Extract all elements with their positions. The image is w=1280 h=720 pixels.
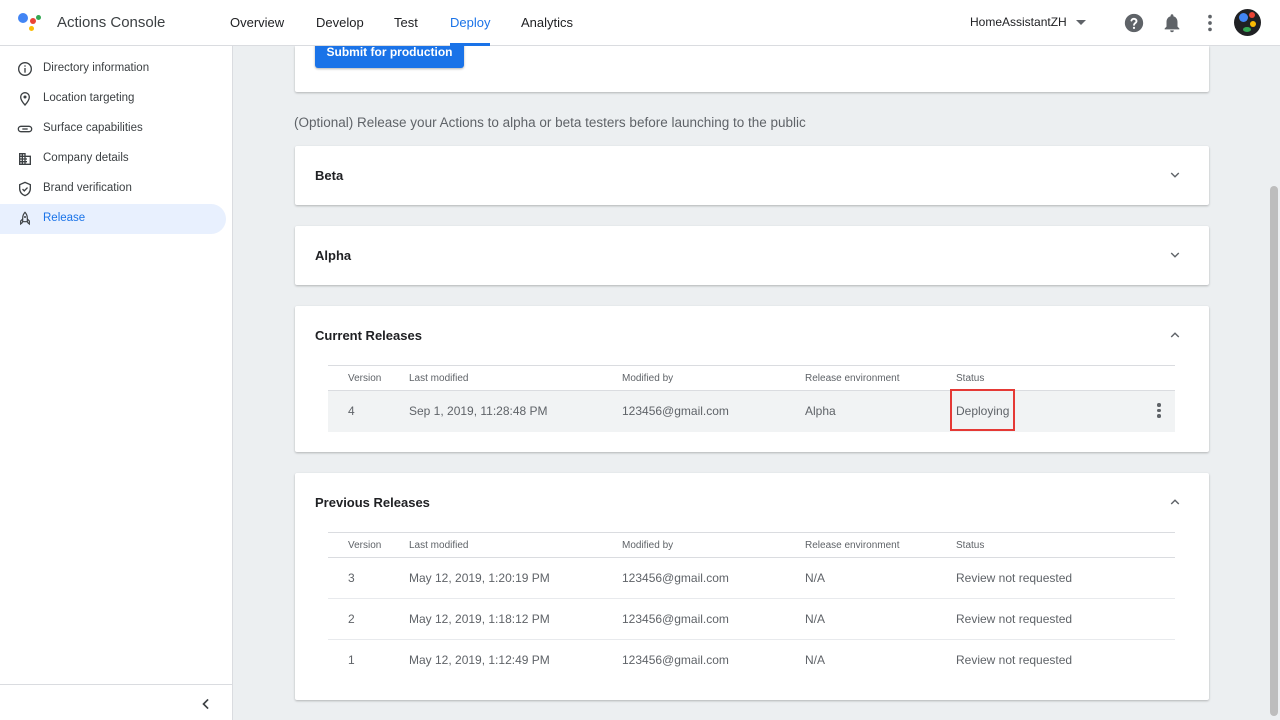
table-row[interactable]: 4 Sep 1, 2019, 11:28:48 PM 123456@gmail.… <box>328 389 1175 432</box>
table-row[interactable]: 3 May 12, 2019, 1:20:19 PM 123456@gmail.… <box>328 558 1175 599</box>
column-version: Version <box>348 540 382 551</box>
rocket-icon <box>20 211 30 226</box>
tab-develop[interactable]: Develop <box>316 0 364 46</box>
dropdown-caret-icon <box>1075 20 1086 26</box>
current-releases-card: Current Releases Version Last modified M… <box>295 306 1209 452</box>
previous-releases-title: Previous Releases <box>315 495 430 510</box>
previous-releases-card: Previous Releases Version Last modified … <box>295 473 1209 700</box>
cell-modified-by: 123456@gmail.com <box>622 404 729 418</box>
alpha-card[interactable]: Alpha <box>295 226 1209 285</box>
previous-releases-table: Version Last modified Modified by Releas… <box>328 532 1175 681</box>
scrollbar-thumb[interactable] <box>1270 186 1278 716</box>
sidebar-divider <box>0 684 232 685</box>
cell-modified-by: 123456@gmail.com <box>622 653 729 667</box>
sidebar-item-brand-verification[interactable]: Brand verification <box>0 174 226 204</box>
project-name: HomeAssistantZH <box>970 15 1067 29</box>
top-app-bar: Actions Console Overview Develop Test De… <box>0 0 1280 46</box>
cell-last-modified: Sep 1, 2019, 11:28:48 PM <box>409 404 548 418</box>
sidebar-item-label: Location targeting <box>43 92 135 104</box>
column-status: Status <box>956 540 985 551</box>
tab-overview[interactable]: Overview <box>230 0 284 46</box>
sidebar-item-location-targeting[interactable]: Location targeting <box>0 84 226 114</box>
cell-release-environment: N/A <box>805 612 826 626</box>
sidebar-item-release[interactable]: Release <box>0 204 226 234</box>
sidebar-item-surface-capabilities[interactable]: Surface capabilities <box>0 114 226 144</box>
cell-last-modified: May 12, 2019, 1:18:12 PM <box>409 612 550 626</box>
cell-status: Review not requested <box>956 612 1073 626</box>
sidebar-item-label: Directory information <box>43 62 150 74</box>
location-pin-icon <box>19 91 31 106</box>
tab-analytics[interactable]: Analytics <box>521 0 573 46</box>
sidebar-item-directory-information[interactable]: Directory information <box>0 54 226 84</box>
chevron-up-icon[interactable] <box>1168 495 1182 509</box>
cell-version: 4 <box>348 404 355 418</box>
cell-last-modified: May 12, 2019, 1:20:19 PM <box>409 571 550 585</box>
account-avatar[interactable] <box>1234 9 1261 36</box>
alpha-title: Alpha <box>315 248 352 263</box>
table-row[interactable]: 2 May 12, 2019, 1:18:12 PM 123456@gmail.… <box>328 599 1175 640</box>
project-selector[interactable]: HomeAssistantZH <box>970 15 1086 29</box>
chevron-up-icon[interactable] <box>1168 328 1182 342</box>
sidebar-item-label: Brand verification <box>43 182 132 194</box>
column-status: Status <box>956 373 985 384</box>
chevron-left-icon[interactable] <box>196 694 216 714</box>
google-assistant-logo <box>16 10 42 36</box>
column-release-environment: Release environment <box>805 373 900 384</box>
column-last-modified: Last modified <box>409 540 469 551</box>
cell-status: Review not requested <box>956 653 1073 667</box>
table-header: Version Last modified Modified by Releas… <box>328 532 1175 558</box>
page-scrollbar[interactable] <box>1268 46 1280 720</box>
status-highlight-box <box>950 389 1015 431</box>
cell-modified-by: 123456@gmail.com <box>622 612 729 626</box>
cell-modified-by: 123456@gmail.com <box>622 571 729 585</box>
column-last-modified: Last modified <box>409 373 469 384</box>
sidebar-item-label: Release <box>43 212 86 224</box>
chevron-down-icon[interactable] <box>1168 168 1182 182</box>
notifications-icon[interactable] <box>1161 12 1183 34</box>
tab-deploy[interactable]: Deploy <box>450 0 491 46</box>
column-modified-by: Modified by <box>622 373 674 384</box>
table-header: Version Last modified Modified by Releas… <box>328 365 1175 391</box>
tab-test[interactable]: Test <box>394 0 418 46</box>
row-more-icon[interactable] <box>1156 403 1162 419</box>
sidebar-item-company-details[interactable]: Company details <box>0 144 226 174</box>
column-release-environment: Release environment <box>805 540 900 551</box>
current-releases-title: Current Releases <box>315 328 422 343</box>
cell-status: Review not requested <box>956 571 1073 585</box>
cell-version: 1 <box>348 653 355 667</box>
shield-check-icon <box>19 181 31 197</box>
sidebar: Directory information Location targeting… <box>0 46 233 720</box>
building-icon <box>19 153 31 165</box>
table-row[interactable]: 1 May 12, 2019, 1:12:49 PM 123456@gmail.… <box>328 640 1175 681</box>
cell-release-environment: Alpha <box>805 404 836 418</box>
column-version: Version <box>348 373 382 384</box>
sidebar-item-label: Surface capabilities <box>43 122 143 134</box>
help-icon[interactable] <box>1123 12 1145 34</box>
cell-last-modified: May 12, 2019, 1:12:49 PM <box>409 653 550 667</box>
cell-version: 2 <box>348 612 355 626</box>
info-icon <box>18 62 32 76</box>
beta-title: Beta <box>315 168 344 183</box>
more-vert-icon[interactable] <box>1199 12 1221 34</box>
column-modified-by: Modified by <box>622 540 674 551</box>
sidebar-item-label: Company details <box>43 152 129 164</box>
link-icon <box>17 125 33 133</box>
chevron-down-icon[interactable] <box>1168 248 1182 262</box>
beta-card[interactable]: Beta <box>295 146 1209 205</box>
cell-release-environment: N/A <box>805 653 826 667</box>
cell-release-environment: N/A <box>805 571 826 585</box>
current-releases-table: Version Last modified Modified by Releas… <box>328 365 1175 432</box>
cell-version: 3 <box>348 571 355 585</box>
app-title[interactable]: Actions Console <box>57 14 165 31</box>
optional-release-hint: (Optional) Release your Actions to alpha… <box>294 115 806 130</box>
